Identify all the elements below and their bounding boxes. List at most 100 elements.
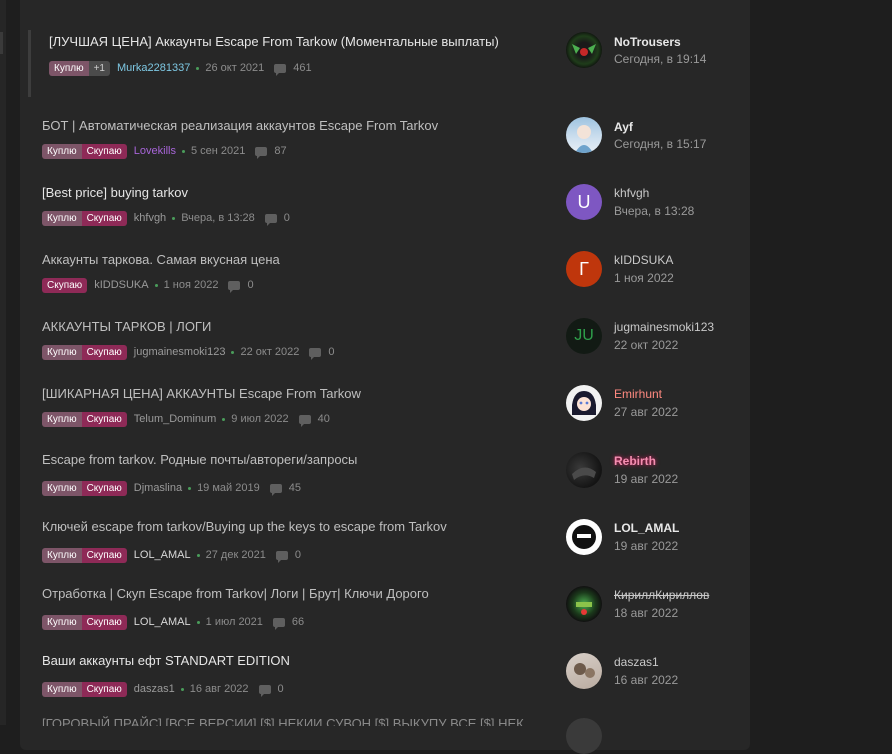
label-buy[interactable]: Куплю	[42, 614, 82, 630]
thread-title[interactable]: Ключей escape from tarkov/Buying up the …	[42, 519, 447, 535]
label-buy[interactable]: Куплю	[42, 480, 82, 496]
thread-item[interactable]: [Best price] buying tarkov Куплю Скупаю …	[42, 185, 562, 252]
last-post-date[interactable]: Сегодня, в 15:17	[614, 137, 706, 151]
avatar[interactable]	[566, 519, 602, 555]
thread-title[interactable]: Отработка | Скуп Escape from Tarkov| Лог…	[42, 586, 429, 602]
label-sell[interactable]: Скупаю	[42, 277, 88, 293]
thread-title[interactable]: [ЛУЧШАЯ ЦЕНА] Аккаунты Escape From Tarko…	[49, 34, 499, 50]
thread-author[interactable]: daszas1	[134, 683, 175, 695]
last-post-date[interactable]: 19 авг 2022	[614, 472, 678, 486]
thread-start-date[interactable]: 9 июл 2022	[231, 413, 288, 425]
thread-start-date[interactable]: 16 авг 2022	[190, 683, 249, 695]
label-buy[interactable]: Куплю	[42, 210, 82, 226]
label-sell[interactable]: Скупаю	[81, 614, 127, 630]
avatar[interactable]	[566, 385, 602, 421]
label-sell[interactable]: Скупаю	[81, 210, 127, 226]
thread-author[interactable]: Djmaslina	[134, 482, 182, 494]
last-poster-name[interactable]: Rebirth	[614, 454, 656, 468]
thread-author[interactable]: LOL_AMAL	[134, 549, 191, 561]
label-sell[interactable]: Скупаю	[81, 681, 127, 697]
avatar[interactable]	[566, 117, 602, 153]
replies-icon	[274, 63, 287, 76]
avatar-image	[572, 467, 596, 480]
avatar[interactable]	[566, 653, 602, 689]
avatar[interactable]	[566, 32, 602, 68]
thread-title[interactable]: Аккаунты таркова. Самая вкусная цена	[42, 252, 280, 268]
thread-start-date[interactable]: 1 июл 2021	[206, 616, 263, 628]
thread-title[interactable]: Ваши аккаунты ефт STANDART EDITION	[42, 653, 290, 669]
thread-labels: Куплю Скупаю	[42, 480, 127, 496]
avatar[interactable]: JU	[566, 318, 602, 354]
thread-item[interactable]: Отработка | Скуп Escape from Tarkov| Лог…	[42, 586, 562, 653]
label-buy[interactable]: Куплю	[42, 344, 82, 360]
last-poster-name[interactable]: КириллКириллов	[614, 588, 709, 602]
label-sell[interactable]: Скупаю	[81, 547, 127, 563]
thread-start-date[interactable]: 26 окт 2021	[205, 62, 264, 74]
avatar[interactable]: Г	[566, 251, 602, 287]
avatar[interactable]: U	[566, 184, 602, 220]
last-post-date[interactable]: 22 окт 2022	[614, 338, 678, 352]
thread-start-date[interactable]: 1 ноя 2022	[164, 279, 219, 291]
thread-title[interactable]: [Best price] buying tarkov	[42, 185, 188, 201]
thread-title[interactable]: [ШИКАРНАЯ ЦЕНА] АККАУНТЫ Escape From Tar…	[42, 386, 361, 402]
thread-meta: Куплю +1 Murka2281337 26 окт 2021 461	[49, 60, 312, 76]
thread-author[interactable]: khfvgh	[134, 212, 166, 224]
last-post-date[interactable]: 1 ноя 2022	[614, 271, 674, 285]
last-post-date[interactable]: 19 авг 2022	[614, 539, 678, 553]
last-poster-name[interactable]: LOL_AMAL	[614, 521, 679, 535]
thread-item[interactable]: Ваши аккаунты ефт STANDART EDITION Куплю…	[42, 653, 562, 720]
thread-start-date[interactable]: 27 дек 2021	[206, 549, 266, 561]
label-more[interactable]: +1	[88, 60, 110, 76]
thread-start-date[interactable]: 5 сен 2021	[191, 145, 245, 157]
thread-author[interactable]: Murka2281337	[117, 62, 190, 74]
label-buy[interactable]: Куплю	[42, 547, 82, 563]
last-post-date[interactable]: 18 авг 2022	[614, 606, 678, 620]
avatar[interactable]	[566, 718, 602, 754]
thread-item[interactable]: [ЛУЧШАЯ ЦЕНА] Аккаунты Escape From Tarko…	[28, 30, 551, 97]
label-buy[interactable]: Куплю	[49, 60, 89, 76]
label-sell[interactable]: Скупаю	[81, 480, 127, 496]
thread-title[interactable]: АККАУНТЫ ТАРКОВ | ЛОГИ	[42, 319, 211, 335]
thread-meta: Куплю Скупаю Telum_Dominum 9 июл 2022 40	[42, 411, 330, 427]
thread-author[interactable]: LOL_AMAL	[134, 616, 191, 628]
thread-labels: Куплю Скупаю	[42, 681, 127, 697]
thread-item[interactable]: [ШИКАРНАЯ ЦЕНА] АККАУНТЫ Escape From Tar…	[42, 386, 562, 453]
thread-item[interactable]: Аккаунты таркова. Самая вкусная цена Ску…	[42, 252, 562, 319]
separator-dot	[188, 486, 192, 490]
label-buy[interactable]: Куплю	[42, 143, 82, 159]
thread-start-date[interactable]: 22 окт 2022	[240, 346, 299, 358]
thread-title[interactable]: Escape from tarkov. Родные почты/авторег…	[42, 452, 357, 468]
last-poster-name[interactable]: khfvgh	[614, 186, 649, 200]
reply-count: 40	[317, 413, 330, 425]
thread-author[interactable]: jugmainesmoki123	[134, 346, 226, 358]
thread-item[interactable]: Ключей escape from tarkov/Buying up the …	[42, 519, 562, 586]
thread-start-date[interactable]: Вчера, в 13:28	[181, 212, 255, 224]
label-buy[interactable]: Куплю	[42, 411, 82, 427]
label-sell[interactable]: Скупаю	[81, 143, 127, 159]
last-post-date[interactable]: 16 авг 2022	[614, 673, 678, 687]
label-sell[interactable]: Скупаю	[81, 344, 127, 360]
replies-icon	[309, 347, 322, 360]
label-sell[interactable]: Скупаю	[81, 411, 127, 427]
last-post-date[interactable]: Вчера, в 13:28	[614, 204, 694, 218]
thread-item[interactable]: Escape from tarkov. Родные почты/авторег…	[42, 452, 562, 519]
last-poster-name[interactable]: daszas1	[614, 655, 659, 669]
avatar[interactable]	[566, 586, 602, 622]
thread-author[interactable]: kIDDSUKA	[94, 279, 148, 291]
last-poster-name[interactable]: NoTrousers	[614, 35, 681, 49]
label-buy[interactable]: Куплю	[42, 681, 82, 697]
last-post-date[interactable]: Сегодня, в 19:14	[614, 52, 706, 66]
last-poster-name[interactable]: Emirhunt	[614, 387, 662, 401]
thread-title[interactable]: БОТ | Автоматическая реализация аккаунто…	[42, 118, 438, 134]
last-poster-name[interactable]: jugmainesmoki123	[614, 320, 714, 334]
thread-author[interactable]: Lovekills	[134, 145, 176, 157]
last-post-date[interactable]: 27 авг 2022	[614, 405, 678, 419]
reply-count: 66	[291, 616, 305, 628]
thread-author[interactable]: Telum_Dominum	[134, 413, 217, 425]
avatar[interactable]	[566, 452, 602, 488]
thread-item[interactable]: АККАУНТЫ ТАРКОВ | ЛОГИ Куплю Скупаю jugm…	[42, 319, 562, 386]
last-poster-name[interactable]: kIDDSUKA	[614, 253, 673, 267]
last-poster-name[interactable]: Ayf	[614, 120, 633, 134]
thread-item[interactable]: БОТ | Автоматическая реализация аккаунто…	[42, 118, 562, 185]
thread-start-date[interactable]: 19 май 2019	[197, 482, 260, 494]
